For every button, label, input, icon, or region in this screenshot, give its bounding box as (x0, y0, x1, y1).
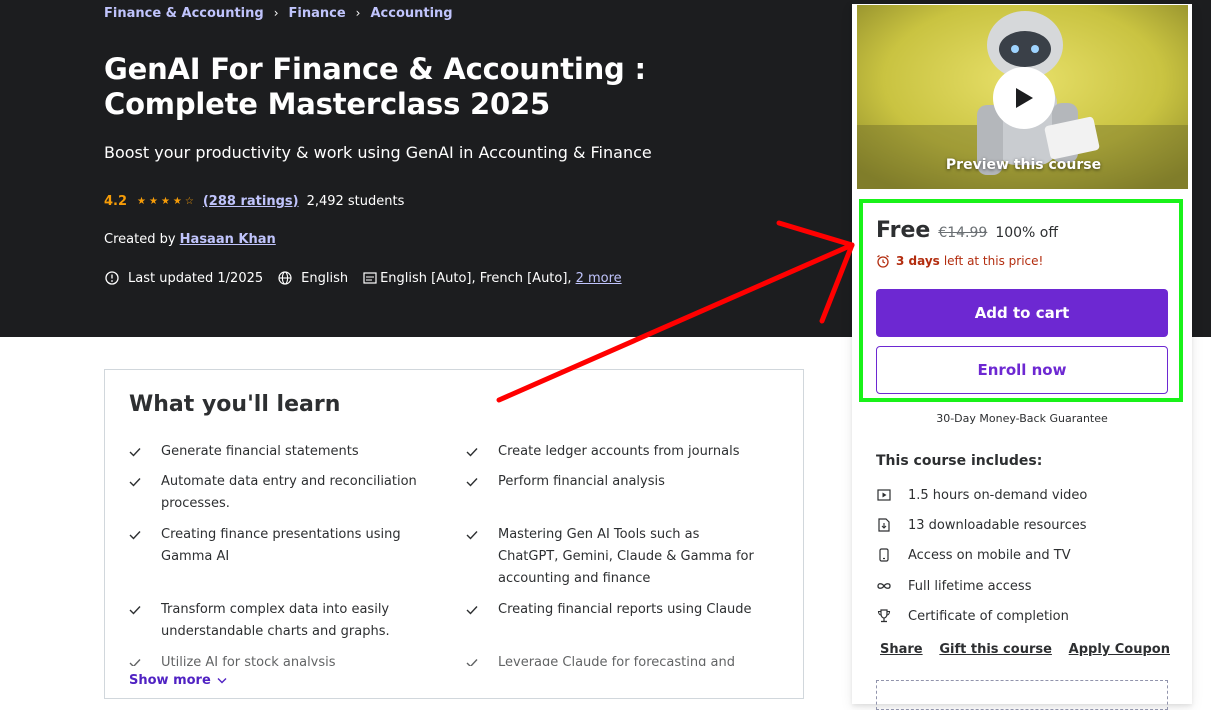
include-item: 1.5 hours on-demand video (876, 485, 1087, 505)
download-file-icon (876, 517, 892, 533)
created-by: Created by Hasaan Khan (104, 232, 276, 247)
purchase-sidebar: Preview this course Free €14.99 100% off… (852, 4, 1192, 710)
play-icon (1016, 88, 1033, 108)
check-icon (129, 652, 143, 666)
discount-percent: 100% off (995, 225, 1058, 241)
includes-title: This course includes: (876, 453, 1043, 469)
breadcrumb-finance[interactable]: Finance (289, 6, 346, 21)
alert-clock-icon (104, 270, 120, 286)
captions-icon (362, 270, 378, 286)
breadcrumb-accounting[interactable]: Accounting (370, 6, 452, 21)
check-icon (466, 471, 480, 493)
captions-list: English [Auto], French [Auto], (380, 270, 572, 286)
learn-item: Automate data entry and reconciliation p… (129, 471, 419, 515)
share-button[interactable]: Share (880, 642, 923, 657)
course-subtitle: Boost your productivity & work using Gen… (104, 143, 652, 162)
current-price: Free (876, 218, 931, 243)
learn-item: Utilize AI for stock analysis (129, 652, 419, 666)
show-more-button[interactable]: Show more (129, 673, 227, 688)
course-meta: Last updated 1/2025 English English [Aut… (104, 269, 622, 287)
enroll-now-button[interactable]: Enroll now (876, 346, 1168, 394)
check-icon (129, 524, 143, 546)
include-item: 13 downloadable resources (876, 515, 1087, 535)
rating-row: 4.2 ★★★★☆ (288 ratings) 2,492 students (104, 192, 404, 210)
price-timer: 3 days left at this price! (876, 254, 1043, 268)
what-you-learn-section: What you'll learn Generate financial sta… (104, 369, 804, 699)
learn-item: Generate financial statements (129, 441, 419, 463)
chevron-right-icon: › (355, 6, 361, 20)
check-icon (466, 599, 480, 621)
learn-item: Perform financial analysis (466, 471, 756, 493)
learn-item: Creating financial reports using Claude (466, 599, 756, 621)
course-title: GenAI For Finance & Accounting : Complet… (104, 52, 646, 121)
created-by-label: Created by (104, 232, 176, 247)
include-item: Access on mobile and TV (876, 545, 1071, 565)
infinity-icon (876, 578, 892, 594)
learn-item: Transform complex data into easily under… (129, 599, 419, 643)
check-icon (129, 441, 143, 463)
original-price: €14.99 (938, 225, 988, 241)
alarm-clock-icon (876, 254, 890, 268)
include-item: Full lifetime access (876, 576, 1031, 596)
learn-section-title: What you'll learn (129, 392, 341, 417)
sidebar-links: Share Gift this course Apply Coupon (880, 642, 1170, 657)
play-button[interactable] (993, 67, 1055, 129)
price-row: Free €14.99 100% off (876, 218, 1058, 246)
preview-label: Preview this course (945, 157, 1102, 173)
star-rating-icon: ★★★★☆ (137, 195, 197, 207)
learn-item: Leverage Claude for forecasting and (466, 652, 756, 666)
instructor-link[interactable]: Hasaan Khan (180, 232, 276, 247)
course-preview[interactable]: Preview this course (856, 4, 1189, 190)
learn-item: Create ledger accounts from journals (466, 441, 756, 463)
timer-text: left at this price! (943, 254, 1044, 268)
last-updated: Last updated 1/2025 (128, 270, 264, 286)
learn-item: Creating finance presentations using Gam… (129, 524, 419, 568)
apply-coupon-button[interactable]: Apply Coupon (1069, 642, 1170, 657)
chevron-right-icon: › (273, 6, 279, 20)
breadcrumb-finance-accounting[interactable]: Finance & Accounting (104, 6, 264, 21)
trophy-icon (876, 608, 892, 624)
money-back-guarantee: 30-Day Money-Back Guarantee (936, 412, 1108, 425)
students-count: 2,492 students (306, 193, 405, 209)
chevron-down-icon (217, 677, 227, 684)
check-icon (466, 652, 480, 666)
globe-icon (277, 270, 293, 286)
ratings-count-link[interactable]: (288 ratings) (203, 194, 299, 209)
learn-item: Mastering Gen AI Tools such as ChatGPT, … (466, 524, 756, 590)
coupon-box[interactable] (876, 680, 1168, 710)
check-icon (466, 441, 480, 463)
video-icon (876, 487, 892, 503)
timer-days: 3 days (896, 254, 940, 268)
include-item: Certificate of completion (876, 606, 1069, 626)
course-language: English (301, 270, 349, 286)
check-icon (466, 524, 480, 546)
more-captions-link[interactable]: 2 more (576, 271, 622, 286)
check-icon (129, 599, 143, 621)
rating-value: 4.2 (104, 193, 128, 209)
add-to-cart-button[interactable]: Add to cart (876, 289, 1168, 337)
mobile-icon (876, 547, 892, 563)
gift-course-button[interactable]: Gift this course (939, 642, 1052, 657)
check-icon (129, 471, 143, 493)
breadcrumb: Finance & Accounting › Finance › Account… (104, 4, 453, 22)
